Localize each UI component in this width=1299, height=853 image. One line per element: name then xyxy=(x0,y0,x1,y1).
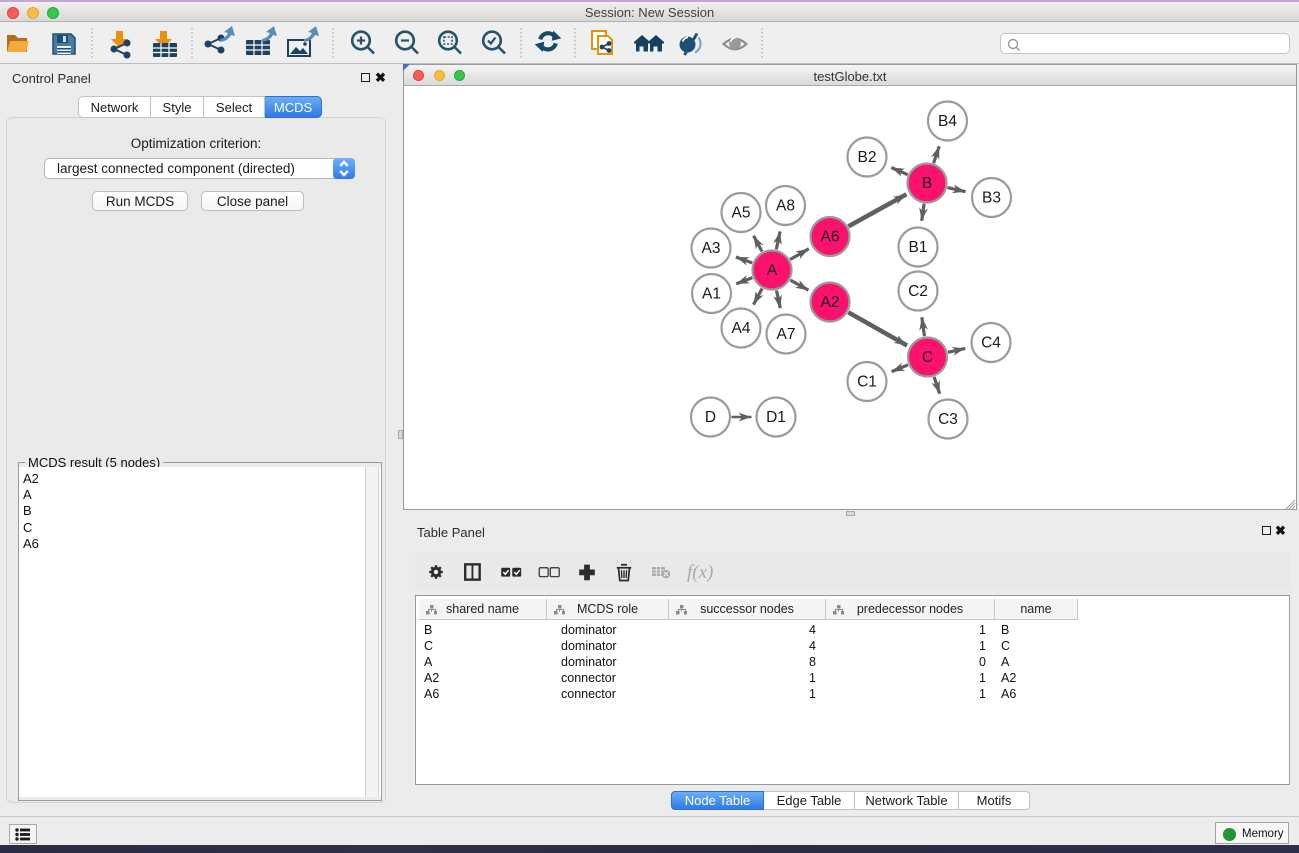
svg-text:B3: B3 xyxy=(982,190,1001,207)
svg-text:D: D xyxy=(705,409,716,426)
svg-text:A7: A7 xyxy=(777,326,796,343)
svg-text:B1: B1 xyxy=(909,239,928,256)
svg-text:f(x): f(x) xyxy=(687,562,713,583)
svg-text:A5: A5 xyxy=(732,205,751,222)
svg-text:B4: B4 xyxy=(938,113,957,130)
svg-text:C4: C4 xyxy=(981,335,1001,352)
svg-text:D1: D1 xyxy=(766,409,786,426)
svg-text:B2: B2 xyxy=(858,149,877,166)
svg-text:A2: A2 xyxy=(821,294,840,311)
svg-text:C3: C3 xyxy=(938,411,958,428)
svg-text:B: B xyxy=(922,175,932,192)
svg-text:A: A xyxy=(767,262,778,279)
svg-text:C: C xyxy=(922,349,933,366)
svg-text:A8: A8 xyxy=(776,198,795,215)
svg-text:C2: C2 xyxy=(908,283,928,300)
svg-text:A6: A6 xyxy=(821,229,840,246)
svg-text:A4: A4 xyxy=(732,320,751,337)
svg-text:A1: A1 xyxy=(702,286,721,303)
svg-text:C1: C1 xyxy=(857,374,877,391)
svg-text:A3: A3 xyxy=(702,240,721,257)
